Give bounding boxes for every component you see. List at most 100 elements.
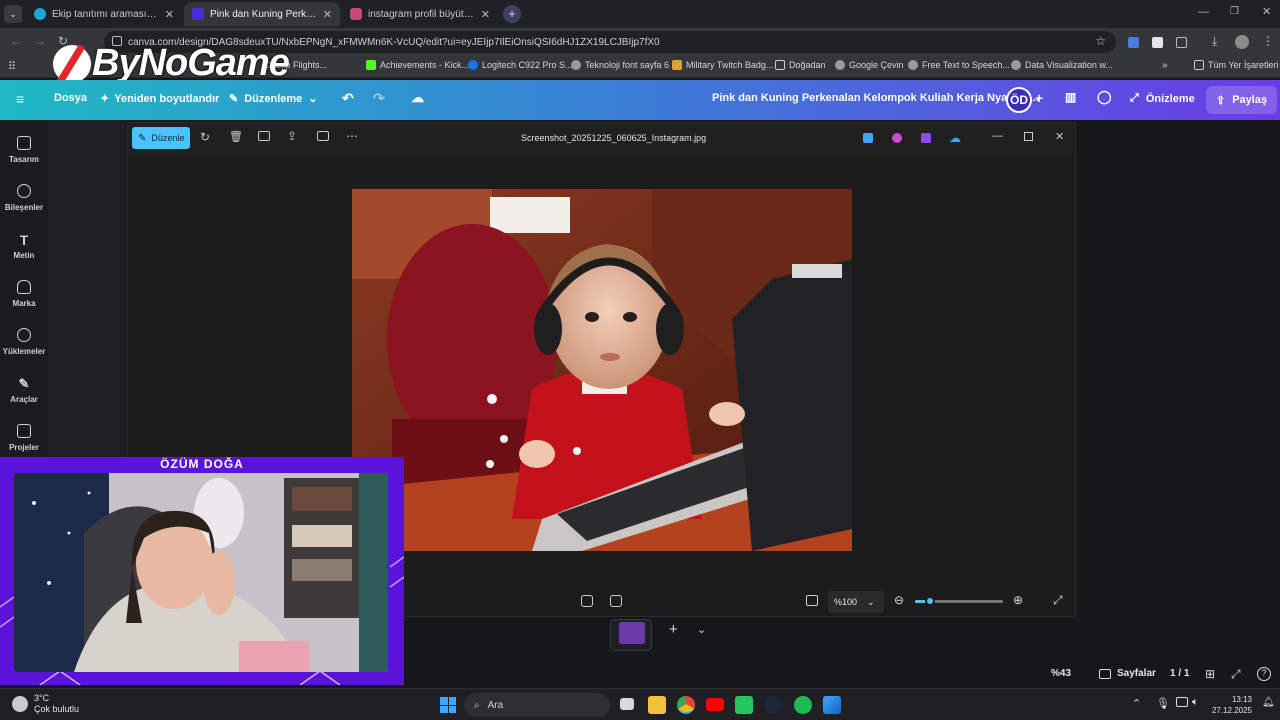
window-minimize-icon[interactable]: —	[1198, 6, 1209, 18]
profile-avatar[interactable]	[1235, 35, 1249, 49]
spotify-icon[interactable]	[794, 696, 812, 714]
pages-chevron-icon[interactable]: ⌄	[697, 623, 706, 636]
grid-view-icon[interactable]: ⊞	[1205, 667, 1215, 681]
help-icon[interactable]: ?	[1257, 667, 1271, 681]
browser-menu-icon[interactable]: ⋮	[1262, 34, 1274, 48]
sidebar-item-elements[interactable]: Bileşenler	[0, 184, 48, 212]
file-explorer-icon[interactable]	[648, 696, 666, 714]
close-tab-icon[interactable]: ✕	[323, 8, 332, 21]
photos-app-icon[interactable]	[823, 696, 841, 714]
viewer-minimize-icon[interactable]: —	[992, 130, 1003, 142]
zoom-in-icon[interactable]: ⊕	[1013, 593, 1023, 607]
browser-tab-canva-search[interactable]: Ekip tanıtımı araması - Canva ✕	[26, 2, 182, 26]
task-view-icon[interactable]	[620, 698, 634, 710]
youtube-icon[interactable]	[706, 698, 724, 711]
viewer-close-icon[interactable]: ✕	[1055, 130, 1064, 143]
bookmark-star-icon[interactable]: ☆	[1095, 34, 1106, 48]
all-bookmarks[interactable]: Tüm Yer İşaretleri	[1194, 60, 1279, 70]
add-collaborator-icon[interactable]: +	[1035, 90, 1043, 106]
new-tab-button[interactable]: +	[503, 5, 521, 23]
onedrive-cloud-icon[interactable]: ☁	[949, 131, 961, 145]
insights-chart-icon[interactable]: ▥	[1065, 90, 1076, 104]
bookmark-item[interactable]: Teknoloji font sayfa 6	[571, 60, 669, 70]
browser-tab-instagram[interactable]: instagram profil büyütme instag ✕	[342, 2, 498, 26]
app-shortcut-icon[interactable]	[892, 133, 902, 143]
hamburger-menu-icon[interactable]: ≡	[16, 91, 24, 107]
sidebar-item-text[interactable]: T Metin	[0, 232, 48, 260]
text-extract-icon[interactable]	[610, 595, 622, 607]
close-tab-icon[interactable]: ✕	[165, 8, 174, 21]
delete-icon[interactable]: 🗑︎	[229, 130, 243, 143]
chrome-icon[interactable]	[677, 696, 695, 714]
volume-icon[interactable]: 🔈︎	[1192, 696, 1199, 709]
zoom-slider[interactable]	[915, 596, 1003, 606]
app-icon[interactable]	[735, 696, 753, 714]
back-icon[interactable]: ←	[10, 34, 22, 48]
share-button[interactable]: ⇪ Paylaş	[1206, 86, 1278, 114]
app-shortcut-icon[interactable]	[863, 133, 873, 143]
sidebar-item-projects[interactable]: Projeler	[0, 424, 48, 452]
bookmark-item[interactable]: Doğadan	[775, 60, 826, 70]
rotate-icon[interactable]: ↻	[200, 130, 210, 144]
edit-image-button[interactable]: ✎ Düzenle	[132, 127, 190, 149]
sidebar-item-design[interactable]: Tasarım	[0, 136, 48, 164]
extensions-puzzle-icon[interactable]	[1176, 37, 1187, 48]
weather-widget[interactable]: 3°C Çok bulutlu	[12, 693, 79, 715]
bookmarks-overflow-icon[interactable]: »	[1162, 60, 1168, 71]
tab-search-button[interactable]: ⌄	[4, 5, 22, 23]
extension-translate-icon[interactable]	[1128, 37, 1139, 48]
sidebar-item-uploads[interactable]: Yüklemeler	[0, 328, 48, 356]
extension-icon[interactable]	[1152, 37, 1163, 48]
bookmark-item[interactable]: Google Çevin	[835, 60, 904, 70]
redo-icon[interactable]: ↷	[373, 90, 385, 107]
steam-icon[interactable]	[764, 696, 782, 714]
clock[interactable]: 13:13 27.12.2025	[1210, 694, 1252, 716]
zoom-level-dropdown[interactable]: %100 ⌄	[828, 591, 884, 613]
zoom-slider-thumb[interactable]	[924, 596, 935, 606]
bookmark-item[interactable]: Achievements - Kick...	[366, 60, 469, 70]
bookmark-item[interactable]: Logitech C922 Pro S...	[468, 60, 573, 70]
start-button-windows-icon[interactable]	[440, 697, 456, 713]
resize-button[interactable]: ✦ Yeniden boyutlandır	[100, 92, 219, 106]
app-shortcut-icon[interactable]	[921, 133, 931, 143]
sidebar-item-brand[interactable]: Marka	[0, 280, 48, 308]
bookmark-item[interactable]: Military Twitch Badg...	[672, 60, 773, 70]
design-title[interactable]: Pink dan Kuning Perkenalan Kelompok Kuli…	[712, 92, 1039, 104]
fullscreen-icon[interactable]: ⤢	[1231, 667, 1241, 682]
window-close-icon[interactable]: ✕	[1262, 5, 1271, 18]
chevron-down-icon: ⌄	[867, 596, 875, 607]
edit-mode-dropdown[interactable]: ✎ Düzenleme ⌄	[229, 92, 318, 106]
network-icon[interactable]	[1176, 697, 1188, 707]
apps-grid-icon[interactable]: ⠿	[8, 60, 16, 73]
more-options-icon[interactable]: ⋯	[346, 129, 358, 143]
close-tab-icon[interactable]: ✕	[481, 8, 490, 21]
pages-button[interactable]: Sayfalar	[1099, 668, 1156, 679]
microphone-icon[interactable]: 🎙︎	[1156, 697, 1170, 710]
visual-search-icon[interactable]	[581, 595, 593, 607]
file-menu-button[interactable]: Dosya	[54, 92, 87, 104]
user-avatar[interactable]: ÖD	[1006, 87, 1032, 113]
window-maximize-icon[interactable]: ❐	[1230, 6, 1239, 17]
downloads-icon[interactable]: ⤓	[1212, 34, 1217, 49]
page-thumbnail[interactable]	[610, 619, 652, 651]
sidebar-item-tools[interactable]: ✎ Araçlar	[0, 376, 48, 404]
canvas-zoom-value[interactable]: %43	[1051, 668, 1071, 679]
comments-icon[interactable]: ◯	[1097, 89, 1112, 105]
print-icon[interactable]	[258, 131, 270, 141]
bookmark-item[interactable]: Data Visualization w...	[1011, 60, 1113, 70]
preview-button[interactable]: ⤢ Önizleme	[1130, 92, 1195, 105]
add-page-icon[interactable]: +	[669, 621, 678, 638]
system-tray-chevron-icon[interactable]: ⌃	[1132, 697, 1141, 710]
browser-tab-canva-design[interactable]: Pink dan Kuning Perkenalan Ke ✕	[184, 2, 340, 26]
bookmark-item[interactable]: Free Text to Speech...	[908, 60, 1010, 70]
taskbar-search-box[interactable]: ⌕ Ara	[464, 693, 610, 717]
slideshow-icon[interactable]	[317, 131, 329, 141]
cloud-save-icon[interactable]: ☁	[411, 90, 424, 106]
fit-to-window-icon[interactable]	[806, 595, 818, 606]
share-icon[interactable]: ⇪	[287, 129, 297, 143]
viewer-maximize-icon[interactable]	[1024, 132, 1033, 141]
fullscreen-icon[interactable]: ⤢	[1053, 593, 1063, 608]
notifications-icon[interactable]: 🔔︎	[1262, 697, 1275, 708]
zoom-out-icon[interactable]: ⊖	[894, 593, 904, 607]
undo-icon[interactable]: ↶	[342, 90, 354, 107]
